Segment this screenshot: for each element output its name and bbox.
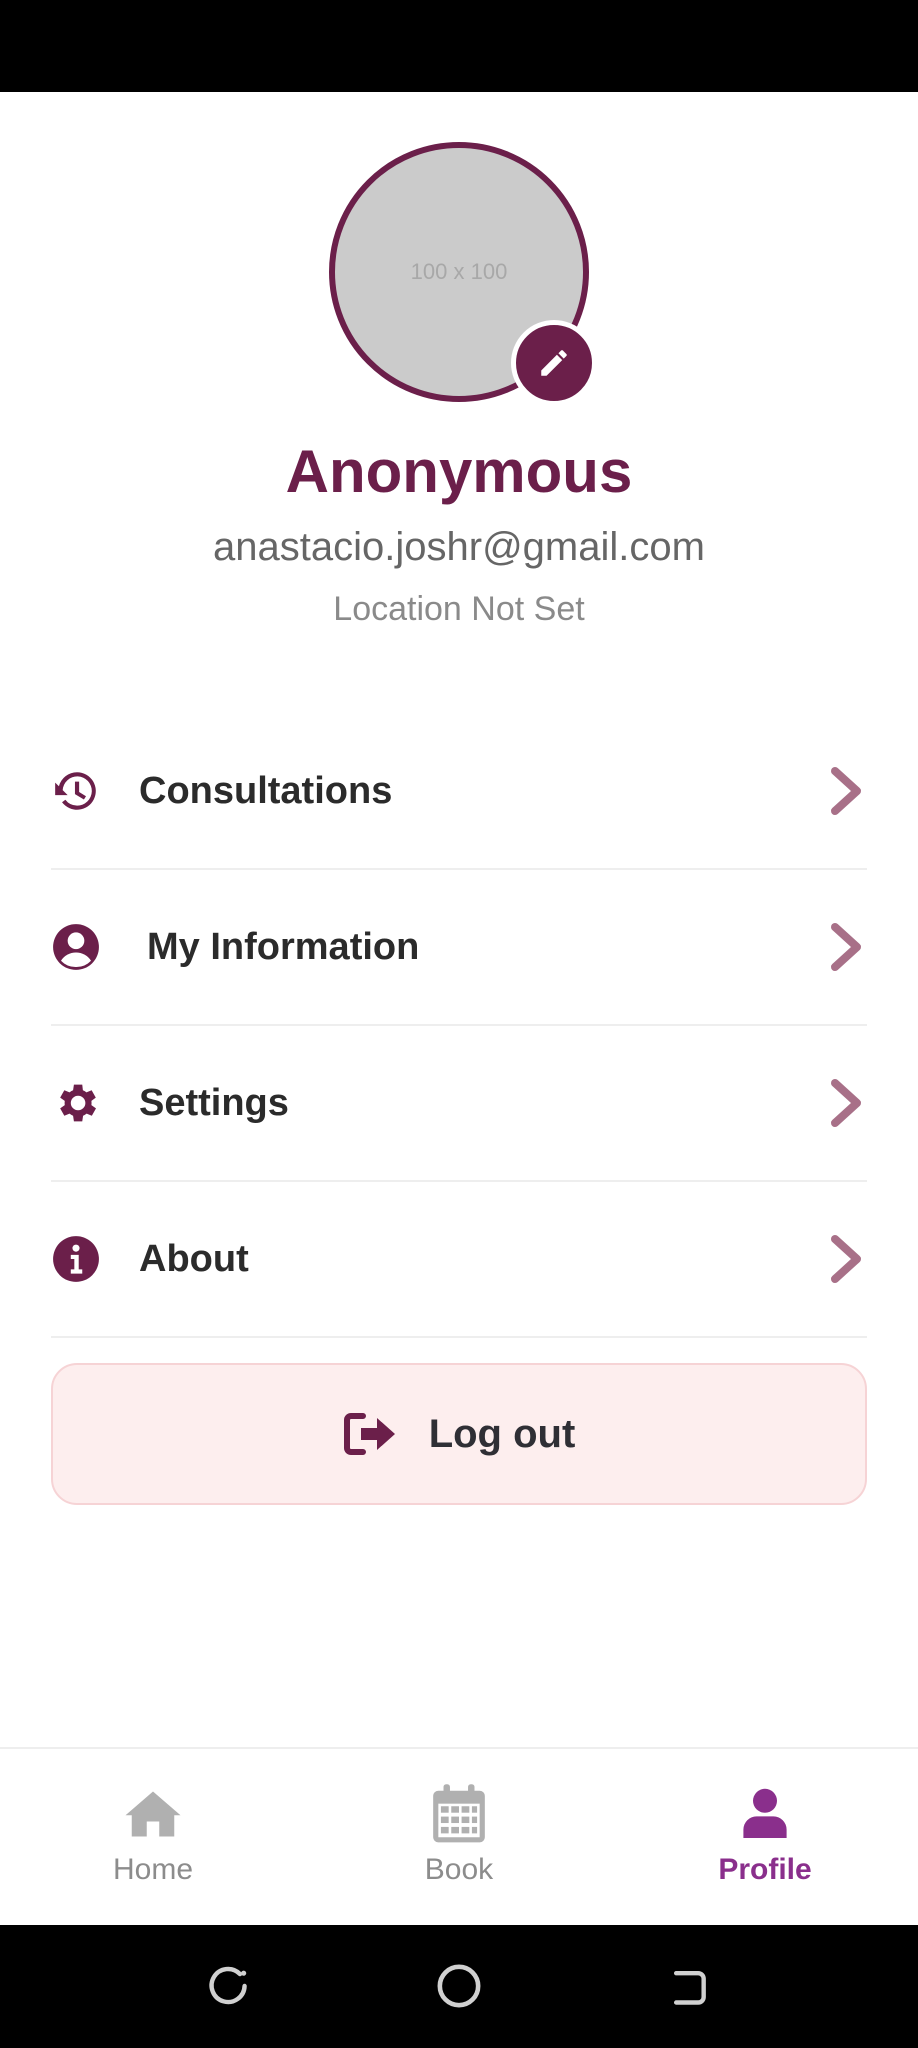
back-system-button[interactable] — [662, 1959, 716, 2013]
profile-menu: Consultations My Information Settings Ab… — [51, 714, 867, 1338]
history-icon — [55, 772, 96, 810]
bottom-navigation: Home Book Profile — [0, 1747, 918, 1925]
menu-item-settings[interactable]: Settings — [51, 1026, 867, 1182]
menu-item-consultations[interactable]: Consultations — [51, 714, 867, 870]
nav-profile[interactable]: Profile — [612, 1749, 918, 1925]
chevron-right-icon — [831, 767, 861, 815]
chevron-right-icon — [831, 1079, 861, 1127]
user-circle-icon — [53, 924, 99, 970]
info-icon — [53, 1236, 99, 1282]
logout-label: Log out — [428, 1411, 576, 1456]
menu-item-label: Consultations — [139, 769, 393, 812]
gear-icon — [60, 1084, 96, 1122]
edit-avatar-button[interactable] — [511, 320, 597, 406]
menu-item-label: About — [139, 1237, 249, 1280]
profile-name: Anonymous — [285, 438, 633, 505]
circle-home-icon — [437, 1964, 481, 2008]
chevron-right-icon — [831, 1235, 861, 1283]
profile-screen: 100 x 100 Anonymous anastacio.joshr@gmai… — [0, 92, 918, 1747]
back-icon — [673, 1970, 706, 2005]
nav-home-label: Home — [112, 1853, 194, 1886]
menu-item-about[interactable]: About — [51, 1182, 867, 1338]
avatar-placeholder-text: 100 x 100 — [410, 259, 508, 284]
pencil-icon — [541, 350, 567, 376]
home-icon — [125, 1791, 181, 1837]
user-icon — [743, 1788, 787, 1838]
recent-apps-icon — [209, 1966, 247, 2005]
menu-item-my-information[interactable]: My Information — [51, 870, 867, 1026]
status-bar — [0, 0, 918, 92]
nav-book-label: Book — [424, 1853, 494, 1886]
nav-profile-label: Profile — [718, 1853, 812, 1886]
profile-email: anastacio.joshr@gmail.com — [213, 525, 705, 569]
logout-button[interactable]: Log out — [51, 1363, 867, 1505]
system-navigation-bar — [0, 1925, 918, 2048]
calendar-icon — [433, 1784, 485, 1843]
chevron-right-icon — [831, 923, 861, 971]
recent-apps-button[interactable] — [202, 1959, 256, 2013]
menu-item-label: My Information — [147, 925, 420, 968]
profile-location: Location Not Set — [333, 590, 585, 628]
menu-item-label: Settings — [139, 1081, 289, 1124]
home-system-button[interactable] — [432, 1959, 486, 2013]
avatar-container: 100 x 100 — [329, 142, 597, 406]
nav-book[interactable]: Book — [306, 1749, 612, 1925]
nav-home[interactable]: Home — [0, 1749, 306, 1925]
logout-icon — [343, 1413, 395, 1455]
